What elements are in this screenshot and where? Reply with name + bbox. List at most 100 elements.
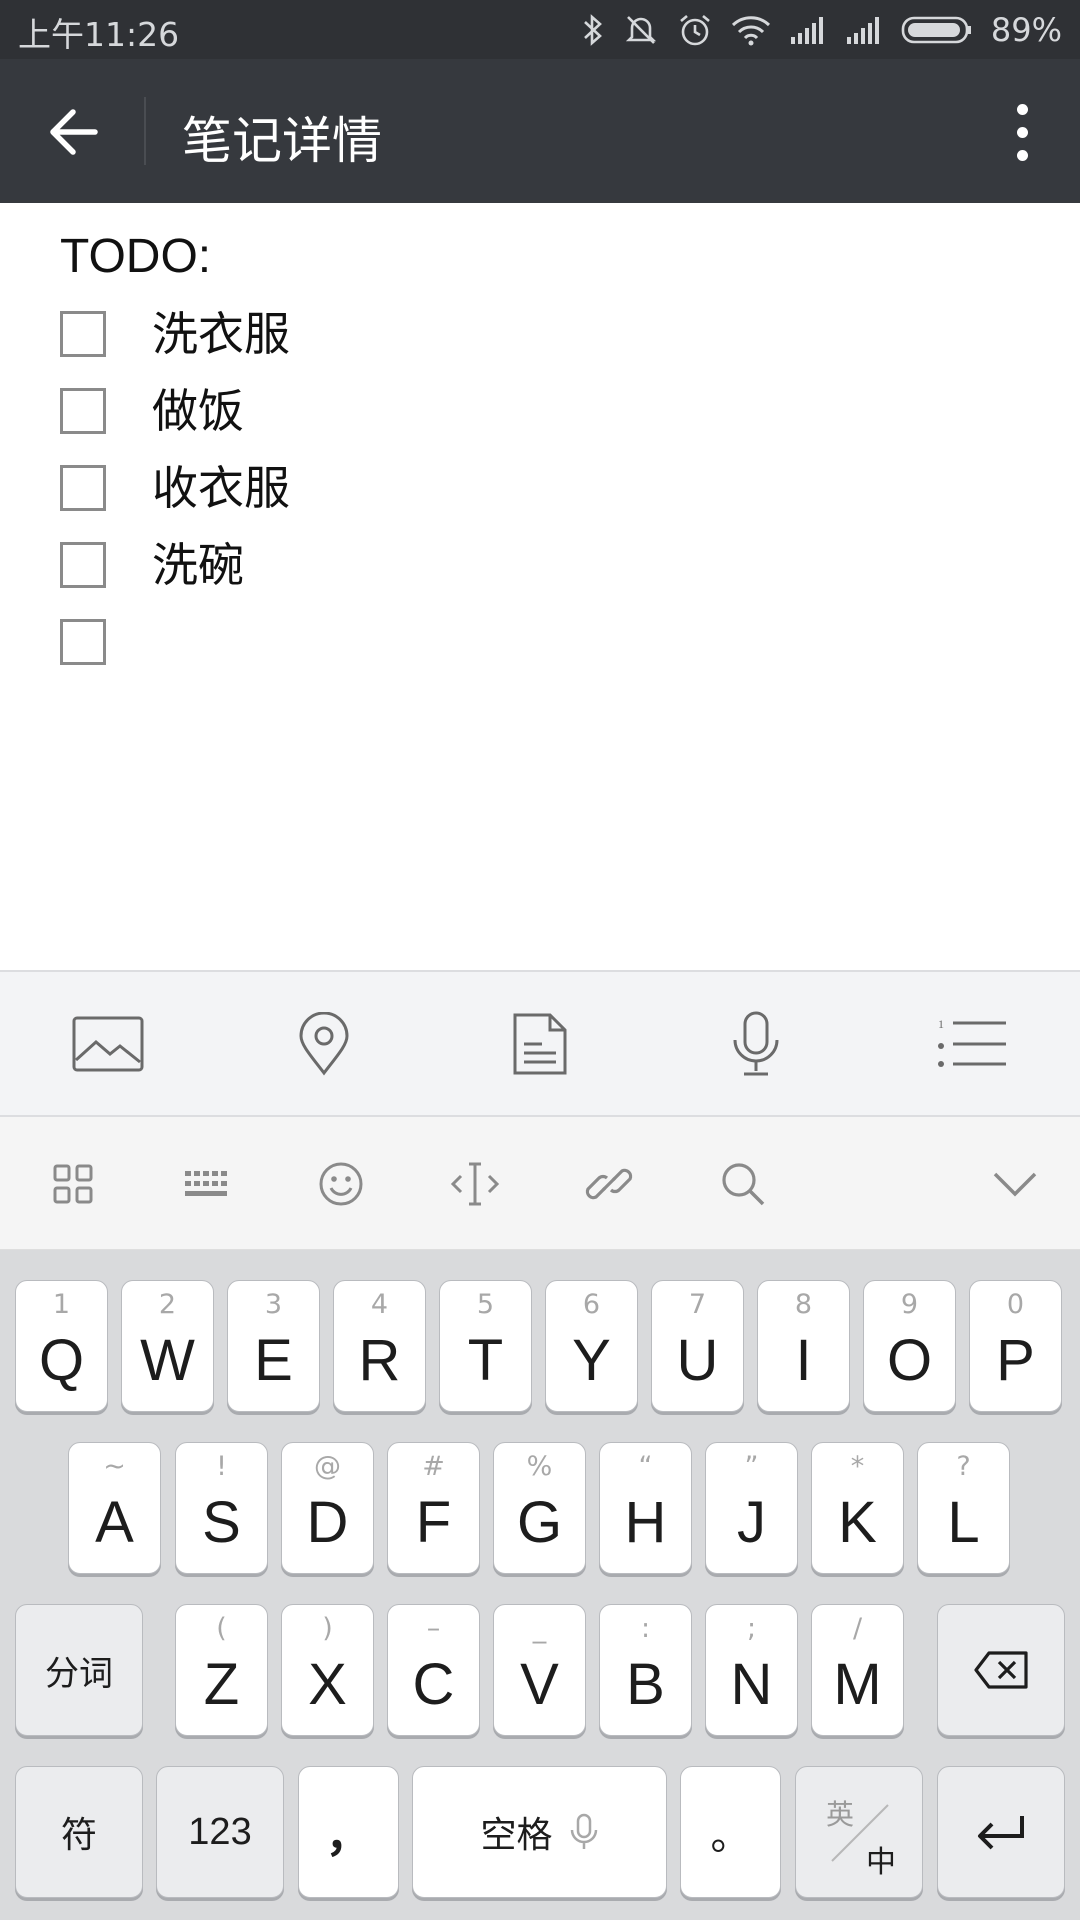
key-alt-label: 4 (370, 1289, 389, 1320)
key-label: 123 (188, 1810, 252, 1853)
chevron-down-icon (993, 1172, 1037, 1197)
keyboard-menu-button[interactable] (30, 1141, 116, 1227)
list-icon: 1 (938, 1017, 1006, 1067)
space-key[interactable]: 空格 (412, 1766, 667, 1898)
document-icon (513, 1013, 567, 1075)
keyboard-search-button[interactable] (700, 1141, 786, 1227)
insert-location-button[interactable] (274, 994, 374, 1094)
key-c[interactable]: – C (387, 1604, 480, 1736)
clipboard-link-button[interactable] (566, 1141, 652, 1227)
key-s[interactable]: ! S (175, 1442, 268, 1574)
key-label: W (140, 1328, 195, 1393)
todo-text[interactable]: 做饭 (152, 380, 244, 442)
key-z[interactable]: (Z (175, 1604, 268, 1736)
emoji-button[interactable] (298, 1141, 384, 1227)
key-alt-label: ? (956, 1451, 971, 1482)
key-m[interactable]: / M (811, 1604, 904, 1736)
key-label: H (624, 1490, 667, 1555)
key-label: B (626, 1652, 665, 1717)
signal-icon (846, 17, 879, 44)
key-a[interactable]: ~ A (68, 1442, 161, 1574)
key-alt-label: 3 (264, 1289, 283, 1320)
key-label: R (358, 1328, 401, 1393)
backspace-key[interactable] (937, 1604, 1065, 1736)
note-heading: TODO: (60, 230, 212, 283)
key-w[interactable]: 2W (121, 1280, 214, 1412)
key-u[interactable]: 7U (651, 1280, 744, 1412)
key-b[interactable]: :B (599, 1604, 692, 1736)
key-v[interactable]: _ V (493, 1604, 586, 1736)
insert-list-button[interactable]: 1 (922, 994, 1022, 1094)
todo-text[interactable]: 洗碗 (152, 534, 244, 596)
key-r[interactable]: 4R (333, 1280, 426, 1412)
todo-checkbox[interactable] (60, 542, 106, 588)
keyboard-layout-button[interactable] (163, 1141, 249, 1227)
comma-key[interactable]: ， (298, 1766, 399, 1898)
symbol-key[interactable]: 符 (15, 1766, 143, 1898)
key-label: O (886, 1328, 933, 1393)
bluetooth-icon (583, 14, 602, 46)
key-i[interactable]: 8I (757, 1280, 850, 1412)
key-label: 分词 (45, 1653, 113, 1694)
enter-icon (978, 1816, 1024, 1850)
cursor-move-button[interactable] (432, 1141, 518, 1227)
number-key[interactable]: 123 (156, 1766, 284, 1898)
key-label: L (947, 1490, 980, 1555)
todo-checkbox[interactable] (60, 388, 106, 434)
backspace-icon (974, 1651, 1028, 1689)
note-editor[interactable]: TODO: 洗衣服 做饭 收衣服 洗碗 (0, 203, 1080, 970)
back-button[interactable] (30, 89, 116, 175)
insert-image-button[interactable] (58, 994, 158, 1094)
todo-checkbox[interactable] (60, 619, 106, 665)
key-j[interactable]: ” J (705, 1442, 798, 1574)
microphone-icon (570, 1813, 597, 1849)
key-label: I (795, 1328, 812, 1393)
hide-keyboard-button[interactable] (972, 1141, 1058, 1227)
todo-checkbox[interactable] (60, 465, 106, 511)
battery-percent: 89% (990, 11, 1062, 49)
key-d[interactable]: @ D (281, 1442, 374, 1574)
todo-text[interactable]: 收衣服 (152, 457, 290, 519)
key-label: X (308, 1652, 347, 1717)
link-icon (585, 1168, 633, 1200)
todo-item: 洗衣服 (60, 303, 960, 380)
key-g[interactable]: % G (493, 1442, 586, 1574)
insert-file-button[interactable] (490, 994, 590, 1094)
key-y[interactable]: 6Y (545, 1280, 638, 1412)
key-alt-label: 7 (688, 1289, 707, 1320)
key-e[interactable]: 3E (227, 1280, 320, 1412)
key-alt-label: 0 (1006, 1289, 1025, 1320)
todo-item: 收衣服 (60, 457, 960, 534)
language-switch-key[interactable]: 英 中 (795, 1766, 923, 1898)
key-l[interactable]: ? L (917, 1442, 1010, 1574)
key-label: Y (572, 1328, 611, 1393)
key-f[interactable]: # F (387, 1442, 480, 1574)
key-alt-label: 9 (900, 1289, 919, 1320)
key-label: A (95, 1490, 134, 1555)
key-o[interactable]: 9O (863, 1280, 956, 1412)
key-q[interactable]: 1Q (15, 1280, 108, 1412)
key-label: E (254, 1328, 293, 1393)
voice-input-button[interactable] (706, 994, 806, 1094)
key-alt-label: ~ (103, 1451, 126, 1482)
more-options-button[interactable] (992, 87, 1052, 177)
enter-key[interactable] (937, 1766, 1065, 1898)
period-key[interactable]: 。 (680, 1766, 781, 1898)
more-vertical-icon (1016, 149, 1028, 161)
key-h[interactable]: “H (599, 1442, 692, 1574)
key-label: M (833, 1652, 882, 1717)
key-alt-label: ) (322, 1613, 333, 1644)
todo-text[interactable]: 洗衣服 (152, 303, 290, 365)
key-label: Z (203, 1652, 240, 1717)
todo-item: 洗碗 (60, 534, 960, 611)
key-n[interactable]: ; N (705, 1604, 798, 1736)
key-x[interactable]: ) X (281, 1604, 374, 1736)
segment-key[interactable]: 分词 (15, 1604, 143, 1736)
emoji-icon (319, 1162, 363, 1206)
key-k[interactable]: * K (811, 1442, 904, 1574)
key-p[interactable]: 0P (969, 1280, 1062, 1412)
key-label: 空格 (480, 1815, 553, 1856)
key-t[interactable]: 5T (439, 1280, 532, 1412)
status-icons: 89% (581, 8, 1062, 52)
todo-checkbox[interactable] (60, 311, 106, 357)
